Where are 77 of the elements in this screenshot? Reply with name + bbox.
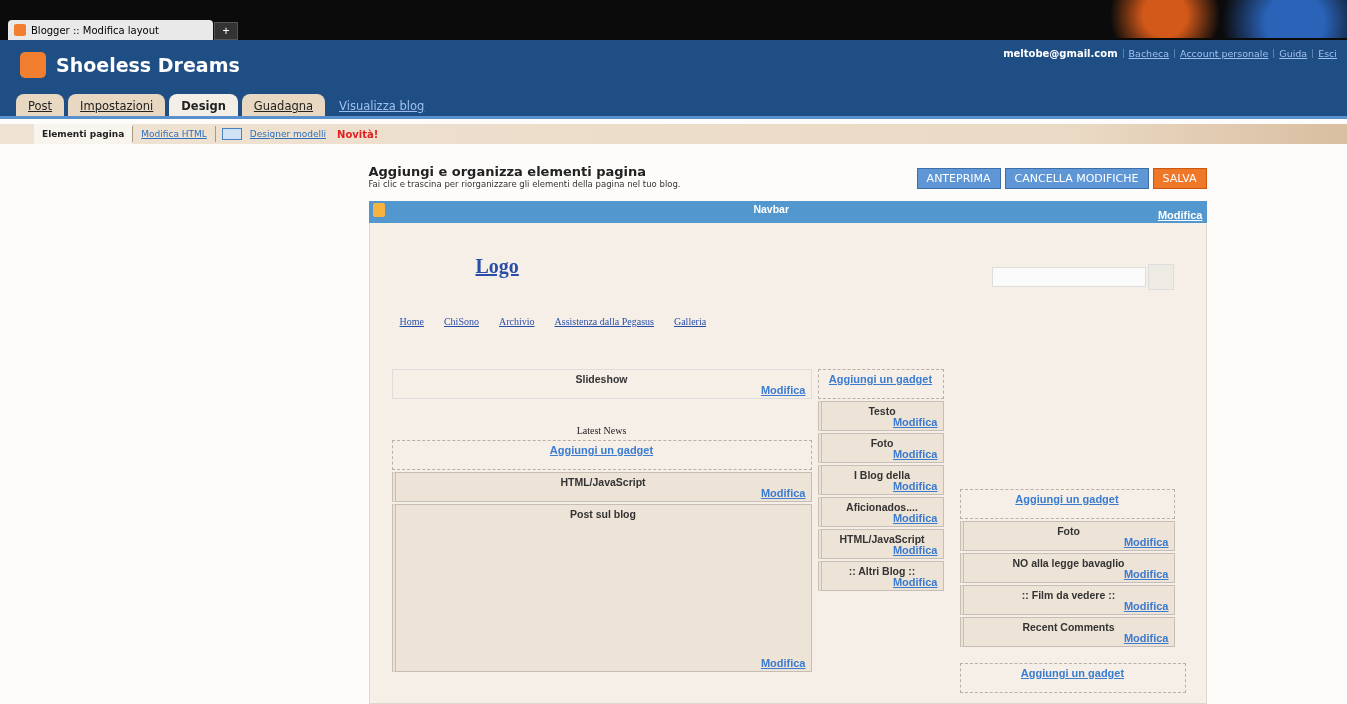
nav-tab[interactable]: Design <box>169 94 238 116</box>
gadget-box[interactable]: :: Altri Blog :: Modifica <box>817 561 944 591</box>
edit-link[interactable]: Modifica <box>1157 209 1203 221</box>
edit-link[interactable]: Modifica <box>1123 601 1169 612</box>
gadget-box[interactable]: I Blog della Modifica <box>817 465 944 495</box>
gadget-title: NO alla legge bavaglio <box>1011 557 1126 569</box>
edit-link[interactable]: Modifica <box>1123 537 1169 548</box>
page-title: Aggiungi e organizza elementi pagina <box>368 164 648 179</box>
edit-link[interactable]: Modifica <box>760 488 806 499</box>
add-gadget-link[interactable]: Aggiungi un gadget <box>549 444 654 456</box>
page-subtitle: Fai clic e trascina per riorganizzare gli elementi della pagina nel tuo blog. <box>368 179 681 189</box>
section-label: Latest News <box>575 425 628 436</box>
gadget-box[interactable]: Testo Modifica <box>817 401 944 431</box>
gadget-title: HTML/JavaScript <box>838 533 925 545</box>
nav-tab[interactable]: Impostazioni <box>68 94 166 116</box>
gadget-box[interactable]: NO alla legge bavaglio Modifica <box>959 553 1175 583</box>
nav-tab[interactable]: Guadagna <box>241 94 326 116</box>
gadget-box[interactable]: Aficionados.... Modifica <box>817 497 944 527</box>
header-link[interactable]: Guida <box>1279 47 1308 59</box>
edit-link[interactable]: Modifica <box>892 481 938 492</box>
action-button[interactable]: CANCELLA MODIFICHE <box>1004 168 1149 189</box>
gadget-title: Aficionados.... <box>845 501 919 513</box>
subnav-tab[interactable]: Modifica HTML <box>133 124 215 144</box>
header-link[interactable]: Account personale <box>1180 47 1269 59</box>
add-gadget-link[interactable]: Aggiungi un gadget <box>1020 667 1125 679</box>
edit-link[interactable]: Modifica <box>1123 569 1169 580</box>
gadget-title: I Blog della <box>853 469 911 481</box>
edit-link[interactable]: Modifica <box>1123 633 1169 644</box>
search-field[interactable] <box>991 267 1146 287</box>
action-button[interactable]: ANTEPRIMA <box>916 168 1001 189</box>
gadget-title: Recent Comments <box>1021 621 1116 633</box>
add-gadget-link[interactable]: Aggiungi un gadget <box>828 373 933 385</box>
blog-title: Shoeless Dreams <box>56 54 240 76</box>
action-button[interactable]: SALVA <box>1152 168 1207 189</box>
gadget-box[interactable]: HTML/JavaScript Modifica <box>391 472 812 502</box>
subnav-tab[interactable]: Designer modelli <box>241 124 334 144</box>
gadget-box[interactable]: Post sul blog Modifica <box>391 504 812 672</box>
gadget-box[interactable]: Slideshow Modifica <box>391 369 812 399</box>
edit-link[interactable]: Modifica <box>892 417 938 428</box>
gadget-box[interactable]: HTML/JavaScript Modifica <box>817 529 944 559</box>
gadget-title: Foto <box>1056 525 1081 537</box>
header-link[interactable]: Esci <box>1318 47 1337 59</box>
nav-link[interactable]: Galleria <box>673 316 707 327</box>
nav-tab[interactable]: Post <box>16 94 65 116</box>
gadget-box[interactable]: :: Film da vedere :: Modifica <box>959 585 1175 615</box>
navbar-title: Navbar <box>752 203 790 215</box>
template-designer-icon <box>221 128 242 140</box>
gadget-title: Slideshow <box>574 373 629 385</box>
add-gadget-link[interactable]: Aggiungi un gadget <box>1015 493 1119 505</box>
edit-link[interactable]: Modifica <box>760 385 806 396</box>
user-email: meltobe@gmail.com <box>1003 47 1118 59</box>
edit-link[interactable]: Modifica <box>892 513 938 524</box>
gadget-title: :: Film da vedere :: <box>1020 589 1117 601</box>
gadget-title: HTML/JavaScript <box>559 476 647 488</box>
gadget-box[interactable]: Foto Modifica <box>817 433 944 463</box>
gadget-title: Foto <box>869 437 895 449</box>
gadget-title: Testo <box>867 405 897 417</box>
gadget-title: Post sul blog <box>569 508 637 520</box>
nav-link[interactable]: ChiSono <box>443 316 479 327</box>
search-button[interactable] <box>1147 264 1174 290</box>
logo-link[interactable]: Logo <box>475 255 519 278</box>
nav-link[interactable]: Assistenza dalla Pegasus <box>554 316 654 327</box>
edit-link[interactable]: Modifica <box>892 577 938 588</box>
edit-link[interactable]: Modifica <box>760 658 806 669</box>
gadget-title: :: Altri Blog :: <box>847 565 916 577</box>
new-label: Novità! <box>337 128 379 140</box>
edit-link[interactable]: Modifica <box>892 449 938 460</box>
gadget-box[interactable]: Recent Comments Modifica <box>959 617 1175 647</box>
view-blog-link[interactable]: Visualizza blog <box>339 99 425 116</box>
nav-link[interactable]: Home <box>399 316 424 327</box>
new-tab-button[interactable]: + <box>214 22 238 40</box>
subnav-tab[interactable]: Elementi pagina <box>34 124 133 144</box>
nav-link[interactable]: Archivio <box>498 316 535 327</box>
gadget-box[interactable]: Foto Modifica <box>959 521 1175 551</box>
header-link[interactable]: Bacheca <box>1128 47 1170 59</box>
browser-tab[interactable]: Blogger :: Modifica layout <box>8 20 213 40</box>
edit-link[interactable]: Modifica <box>892 545 938 556</box>
